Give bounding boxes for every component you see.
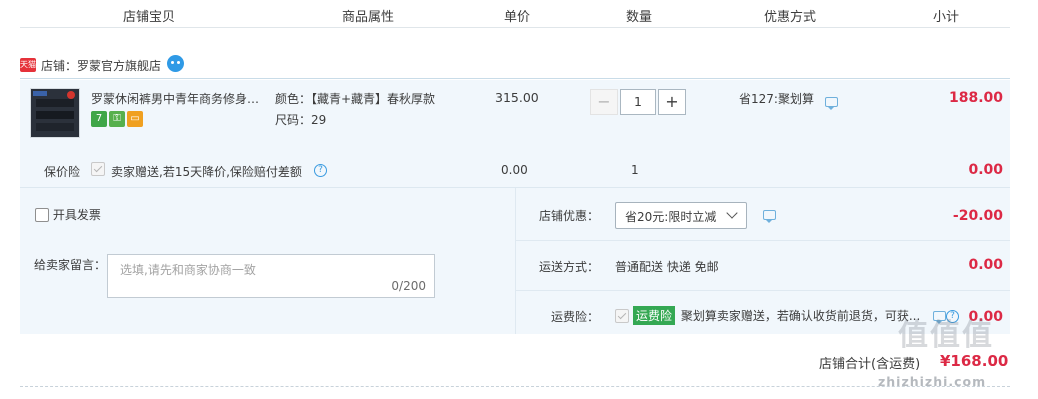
card-icon[interactable]: ▭ xyxy=(127,111,143,127)
price-protection-label: 保价险 xyxy=(44,165,81,179)
shipping-amount: 0.00 xyxy=(968,257,1003,273)
table-header: 店铺宝贝 商品属性 单价 数量 优惠方式 小计 xyxy=(20,0,1010,28)
price-protection-price: 0.00 xyxy=(501,163,528,177)
header-quantity: 数量 xyxy=(626,10,653,25)
watermark-logo: 值值值 xyxy=(898,318,994,353)
price-protection-checkbox[interactable] xyxy=(91,161,105,176)
price-protection-row: 保价险 卖家赠送,若15天降价,保险赔付差额 ? 0.00 1 0.00 xyxy=(20,150,1010,188)
product-thumbnail[interactable] xyxy=(30,88,80,138)
freight-insurance-text: 聚划算卖家赠送，若确认收货前退货，可获... xyxy=(680,309,921,323)
message-label: 给卖家留言： xyxy=(34,258,107,272)
freight-insurance-label: 运费险： xyxy=(551,310,600,324)
product-size: 尺码：29 xyxy=(275,113,327,127)
store-total-amount: ¥168.00 xyxy=(940,352,1009,370)
freight-insurance-tag: 运费险 xyxy=(633,306,676,325)
header-attributes: 商品属性 xyxy=(342,10,395,25)
store-discount-label: 店铺优惠： xyxy=(539,209,600,223)
wangwang-chat-icon[interactable] xyxy=(167,55,184,72)
freight-insurance-checkbox[interactable] xyxy=(615,308,629,323)
price-protection-text: 卖家赠送,若15天降价,保险赔付差额 xyxy=(111,165,302,179)
message-icon[interactable] xyxy=(763,210,776,223)
invoice-toggle[interactable]: 开具发票 xyxy=(35,206,101,223)
quantity-increase-button[interactable]: + xyxy=(658,89,686,115)
chevron-down-icon xyxy=(726,207,738,219)
store-bar: 天猫 店铺：罗蒙官方旗舰店 xyxy=(20,53,1010,79)
price-protection-quantity: 1 xyxy=(631,163,639,177)
store-discount-select[interactable]: 省20元:限时立减 xyxy=(615,202,747,229)
store-name[interactable]: 店铺：罗蒙官方旗舰店 xyxy=(41,57,161,74)
header-item: 店铺宝贝 xyxy=(123,10,176,25)
service-icons: 7 ⚿ ▭ xyxy=(91,110,145,127)
unit-price: 315.00 xyxy=(495,90,539,105)
gift-icon[interactable]: ⚿ xyxy=(109,111,125,127)
store-discount-amount: -20.00 xyxy=(952,208,1003,224)
invoice-label: 开具发票 xyxy=(52,208,101,222)
help-icon[interactable]: ? xyxy=(314,164,327,177)
store-total-label: 店铺合计(含运费) xyxy=(819,357,921,372)
item-subtotal: 188.00 xyxy=(948,90,1003,106)
message-counter: 0/200 xyxy=(391,279,426,293)
store-discount-value: 省20元:限时立减 xyxy=(625,210,717,224)
shipping-label: 运送方式： xyxy=(539,260,600,274)
discount-method: 省127:聚划算 xyxy=(739,92,814,106)
invoice-checkbox[interactable] xyxy=(35,207,49,222)
quantity-decrease-button[interactable]: − xyxy=(590,89,618,115)
tmall-icon: 天猫 xyxy=(20,58,36,72)
price-protection-subtotal: 0.00 xyxy=(968,162,1003,178)
header-subtotal: 小计 xyxy=(933,10,960,25)
product-title[interactable]: 罗蒙休闲裤男中青年商务修身西... xyxy=(91,90,269,107)
quantity-input[interactable]: 1 xyxy=(620,89,656,115)
message-icon[interactable] xyxy=(825,97,838,110)
header-price: 单价 xyxy=(504,10,531,25)
watermark-url: zhizhizhi.com xyxy=(878,374,987,389)
header-discount: 优惠方式 xyxy=(764,10,817,25)
shipping-value: 普通配送 快递 免邮 xyxy=(615,260,719,274)
freight-insurance-option: 运费险 聚划算卖家赠送，若确认收货前退货，可获... xyxy=(615,306,935,325)
product-color: 颜色：【藏青+藏青】春秋厚款 xyxy=(275,92,436,106)
message-placeholder: 选填,请先和商家协商一致 xyxy=(120,263,256,277)
seven-day-return-icon[interactable]: 7 xyxy=(91,111,107,127)
seller-message-textarea[interactable]: 选填,请先和商家协商一致 0/200 xyxy=(107,254,435,298)
